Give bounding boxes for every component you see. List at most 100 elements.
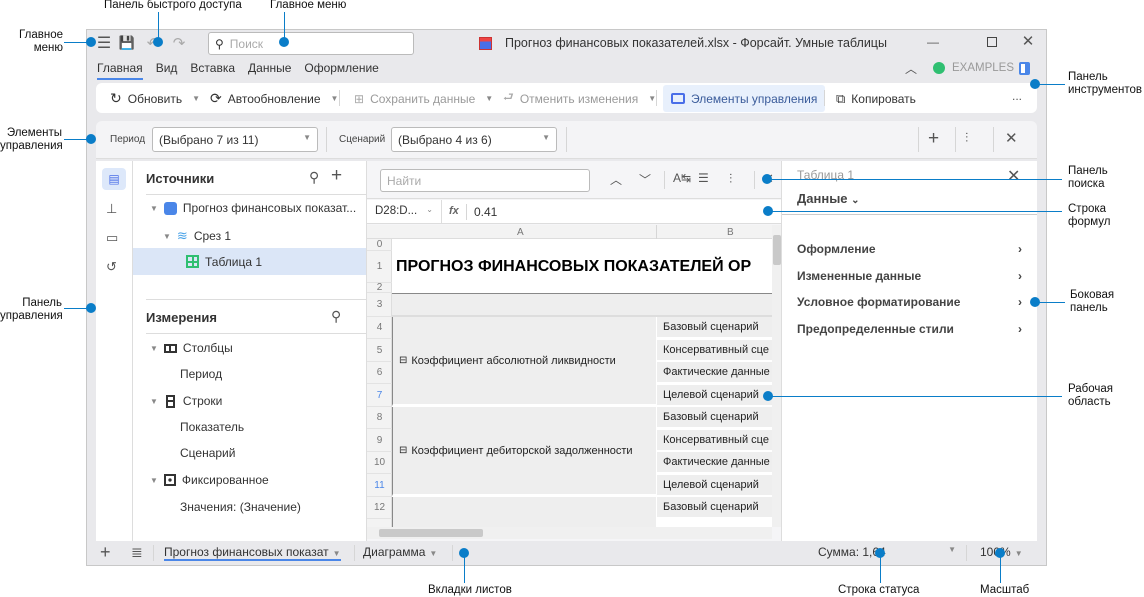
period-select[interactable]: (Выбрано 7 из 11) ▼ <box>152 127 318 152</box>
more-button[interactable]: ... <box>1012 89 1022 103</box>
column-header-a[interactable]: A <box>517 227 524 238</box>
side-panel-section[interactable]: Данные ⌄ <box>797 191 860 206</box>
row-header[interactable]: 4 <box>367 317 392 339</box>
row-header[interactable]: 1 <box>367 251 392 283</box>
repository-name[interactable]: EXAMPLES <box>952 62 1014 74</box>
side-item-design[interactable]: Оформление › <box>797 242 1022 256</box>
spreadsheet-grid[interactable]: A B 0 1 2 3 4 5 6 7 8 9 10 11 12 ПРОГНОЗ ФИНАНСОВЫХ … <box>367 225 772 527</box>
find-next-icon[interactable]: ﹀ <box>639 171 651 188</box>
settings-sliders-icon[interactable]: ⫶ <box>965 130 968 146</box>
dim-values[interactable]: Значения: (Значение) <box>180 500 301 514</box>
dim-scenario[interactable]: Сценарий <box>180 446 235 460</box>
tab-data[interactable]: Данные <box>248 61 291 80</box>
row-header[interactable]: 0 <box>367 239 392 251</box>
autorefresh-button[interactable]: ⟳ Автообновление ▼ <box>210 85 338 112</box>
row-header[interactable]: 10 <box>367 452 392 474</box>
row-header[interactable]: 3 <box>367 293 392 317</box>
sources-icon[interactable]: ▤ <box>102 168 126 190</box>
row-header[interactable]: 7 <box>367 385 392 407</box>
copy-button[interactable]: ⧉ Копировать <box>836 85 916 112</box>
scenario-cell[interactable]: Базовый сценарий <box>657 407 772 429</box>
dim-rows[interactable]: ▼ Строки <box>150 394 222 408</box>
save-data-button[interactable]: ⊞ Сохранить данные ▼ <box>354 85 493 112</box>
scenario-cell[interactable]: Фактические данные <box>657 362 772 384</box>
row-header[interactable]: 11 <box>367 475 392 497</box>
collapse-icon[interactable]: ⊟ <box>399 355 407 366</box>
row-header[interactable]: 12 <box>367 497 392 519</box>
collapse-ribbon-icon[interactable]: ︿ <box>905 60 917 77</box>
dim-fixed[interactable]: ▼ Фиксированное <box>150 473 269 487</box>
group-cell-1[interactable]: ⊟ Коэффициент абсолютной ликвидности <box>392 317 656 406</box>
scenario-cell[interactable]: Базовый сценарий <box>657 497 772 519</box>
cell-reference-select[interactable]: D28:D... ⌄ <box>367 200 442 224</box>
scenario-cell[interactable]: Консервативный сце <box>657 340 772 362</box>
find-previous-icon[interactable]: ︿ <box>610 171 622 188</box>
tab-home[interactable]: Главная <box>97 61 143 80</box>
side-item-predefined-styles[interactable]: Предопределенные стили › <box>797 322 1022 336</box>
search-icon: ⚲ <box>215 36 224 51</box>
hierarchy-icon[interactable]: ⊥ <box>106 201 117 217</box>
title-cell[interactable]: ПРОГНОЗ ФИНАНСОВЫХ ПОКАЗАТЕЛЕЙ ОР <box>393 252 772 282</box>
dim-indicator[interactable]: Показатель <box>180 420 244 434</box>
scenario-cell[interactable]: Базовый сценарий <box>657 317 772 339</box>
scenario-select[interactable]: (Выбрано 4 из 6) ▼ <box>391 127 557 152</box>
comments-icon[interactable]: ▭ <box>106 230 118 246</box>
cancel-changes-button[interactable]: ⮐ Отменить изменения ▼ <box>503 85 656 112</box>
dim-columns[interactable]: ▼ Столбцы <box>150 341 233 355</box>
refresh-label: Обновить <box>127 91 183 106</box>
scenario-cell[interactable]: Фактические данные <box>657 452 772 474</box>
main-menu-icon[interactable]: ☰ <box>95 34 113 52</box>
sheet-list-icon[interactable]: ≣ <box>131 544 143 561</box>
scenario-cell[interactable]: Целевой сценарий <box>657 475 772 497</box>
tab-view[interactable]: Вид <box>156 61 178 80</box>
sheet-tab-forecast[interactable]: Прогноз финансовых показат ▼ <box>164 545 341 561</box>
column-header-b[interactable]: B <box>727 227 734 238</box>
add-sheet-icon[interactable]: + <box>100 542 111 563</box>
redo-icon[interactable]: ↷ <box>171 34 187 52</box>
table-icon <box>186 255 199 268</box>
replace-icon[interactable]: A↹ <box>673 171 691 185</box>
dim-period[interactable]: Период <box>180 367 222 381</box>
search-box[interactable]: ⚲ Поиск <box>208 32 414 55</box>
close-controls-icon[interactable]: ✕ <box>1005 129 1018 147</box>
row-header[interactable]: 2 <box>367 283 392 293</box>
sheet-tab-chart[interactable]: Диаграмма ▼ <box>363 545 437 559</box>
collapse-icon[interactable]: ⊟ <box>399 445 407 456</box>
search-settings-icon[interactable]: ⫶ <box>729 171 732 187</box>
tab-insert[interactable]: Вставка <box>190 61 235 80</box>
group-cell-2[interactable]: ⊟ Коэффициент дебиторской задолженности <box>392 407 656 496</box>
controls-button[interactable]: Элементы управления <box>663 85 826 112</box>
tab-design[interactable]: Оформление <box>304 61 378 80</box>
cancel-changes-label: Отменить изменения <box>519 91 639 106</box>
side-panel-toggle-icon[interactable] <box>1019 62 1030 75</box>
close-icon[interactable]: ✕ <box>1020 33 1036 50</box>
formula-input[interactable]: 0.41 <box>474 205 497 219</box>
scenario-cell[interactable]: Целевой сценарий <box>657 385 772 407</box>
tree-item-slice[interactable]: ▼ ≋ Срез 1 <box>163 228 231 244</box>
add-control-icon[interactable]: + <box>928 128 939 150</box>
find-input[interactable]: Найти <box>380 169 590 192</box>
refresh-button[interactable]: ↻ Обновить ▼ <box>110 85 200 112</box>
tree-item-table[interactable]: Таблица 1 <box>133 248 366 275</box>
horizontal-scrollbar[interactable] <box>367 527 772 539</box>
scenario-cell[interactable]: Консервативный сце <box>657 430 772 452</box>
row-header[interactable]: 9 <box>367 430 392 452</box>
save-icon[interactable]: 💾 <box>119 35 135 51</box>
minimize-icon[interactable]: — <box>925 34 941 50</box>
status-sum[interactable]: Сумма: 1,64 ▼ <box>818 545 956 559</box>
search-icon[interactable]: ⚲ <box>331 308 341 325</box>
main-area: ▤ ⊥ ▭ ↺ Источники ⚲ + ▼ Прогноз финансовы… <box>96 161 1037 541</box>
tree-item-cube[interactable]: ▼ Прогноз финансовых показат... <box>150 201 356 215</box>
row-header[interactable]: 6 <box>367 362 392 384</box>
row-header[interactable]: 5 <box>367 340 392 362</box>
period-value: (Выбрано 7 из 11) <box>159 133 259 147</box>
search-icon[interactable]: ⚲ <box>309 169 319 186</box>
find-list-icon[interactable]: ☰ <box>698 171 709 185</box>
close-side-panel-icon[interactable]: ✕ <box>1007 166 1020 186</box>
history-icon[interactable]: ↺ <box>106 259 117 275</box>
maximize-icon[interactable] <box>987 37 997 47</box>
add-source-icon[interactable]: + <box>331 165 342 187</box>
side-item-conditional-formatting[interactable]: Условное форматирование › <box>797 295 1022 309</box>
row-header[interactable]: 8 <box>367 407 392 429</box>
side-item-changed-data[interactable]: Измененные данные › <box>797 269 1022 283</box>
